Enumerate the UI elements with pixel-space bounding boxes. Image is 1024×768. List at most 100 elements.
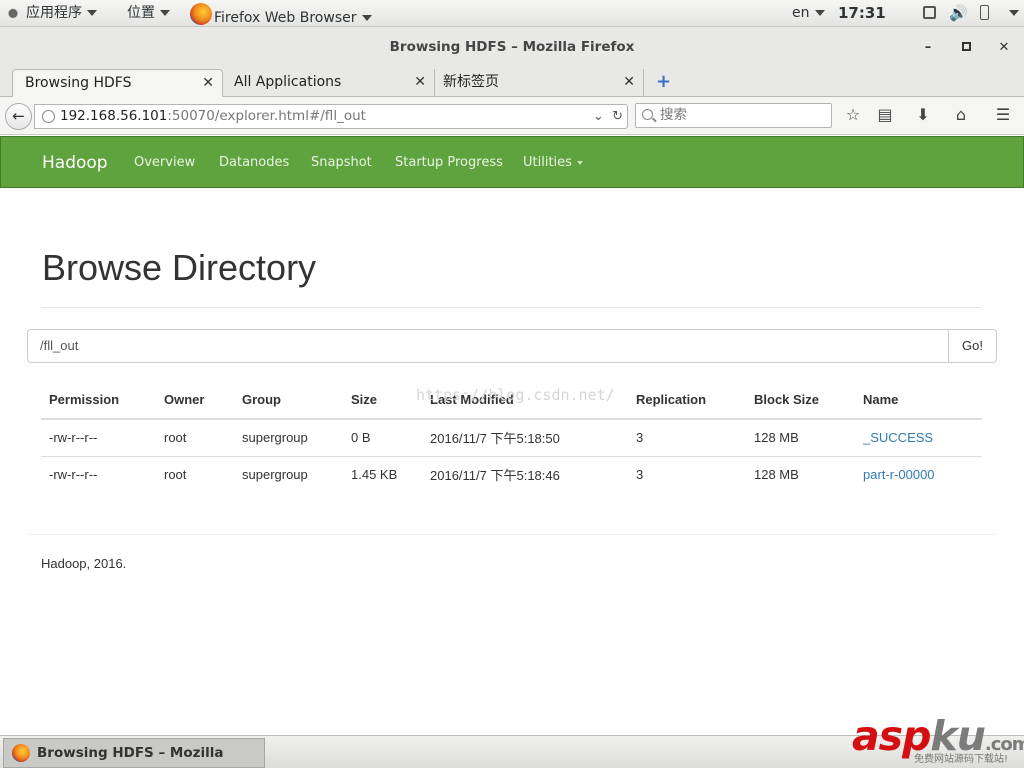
tab-label: All Applications <box>234 74 342 90</box>
cell-group: supergroup <box>242 467 308 483</box>
file-link[interactable]: part-r-00000 <box>863 467 935 482</box>
nav-utilities[interactable]: Utilities <box>523 137 583 189</box>
chevron-down-icon <box>814 10 825 16</box>
cell-block-size: 128 MB <box>754 467 799 483</box>
search-placeholder: 搜索 <box>660 107 687 123</box>
chevron-down-icon <box>361 15 372 21</box>
language-indicator[interactable]: en <box>792 0 825 27</box>
col-name[interactable]: Name <box>855 381 982 420</box>
cell-replication: 3 <box>628 419 746 457</box>
chevron-down-icon <box>160 10 170 16</box>
cell-last-modified: 2016/11/7 下午5:18:50 <box>422 419 628 457</box>
caret-down-icon <box>576 160 583 165</box>
language-label: en <box>792 5 810 21</box>
tab-new-tab[interactable]: 新标签页 ✕ <box>431 69 644 97</box>
clock[interactable]: 17:31 <box>838 0 886 27</box>
reading-list-icon[interactable]: ▤ <box>875 105 895 125</box>
hadoop-brand[interactable]: Hadoop <box>42 137 108 189</box>
nav-datanodes[interactable]: Datanodes <box>219 137 289 189</box>
file-link[interactable]: _SUCCESS <box>863 430 933 445</box>
col-block-size[interactable]: Block Size <box>746 381 855 420</box>
cell-size: 1.45 KB <box>351 467 398 483</box>
page-footer: Hadoop, 2016. <box>41 556 127 571</box>
url-path: :50070/explorer.html#/fll_out <box>167 108 366 124</box>
search-icon <box>642 109 653 120</box>
window-title: Browsing HDFS – Mozilla Firefox <box>389 39 635 55</box>
home-icon[interactable]: ⌂ <box>951 105 971 125</box>
logo-subtitle: 免费网站源码下载站! <box>914 754 1009 765</box>
reload-icon[interactable]: ↻ <box>612 109 623 124</box>
navigation-toolbar: ← 192.168.56.101:50070/explorer.html#/fl… <box>0 97 1024 135</box>
applications-menu[interactable]: 应用程序 <box>6 0 97 27</box>
cell-block-size: 128 MB <box>746 419 855 457</box>
url-host: 192.168.56.101 <box>60 108 168 124</box>
active-app-label: Firefox Web Browser <box>214 10 357 26</box>
menu-icon[interactable]: ☰ <box>993 105 1013 125</box>
back-button[interactable]: ← <box>5 103 32 130</box>
search-input[interactable]: 搜索 <box>635 103 832 128</box>
nav-snapshot[interactable]: Snapshot <box>311 137 372 189</box>
directory-path-input[interactable]: /fll_out <box>27 329 949 363</box>
tab-label: Browsing HDFS <box>25 75 132 91</box>
download-icon[interactable]: ⬇ <box>913 105 933 125</box>
cell-size: 0 B <box>343 419 422 457</box>
taskbar-window-button[interactable]: Browsing HDFS – Mozilla Firefox <box>3 738 265 768</box>
dropdown-icon[interactable]: ⌄ <box>593 109 604 124</box>
window-title-bar: Browsing HDFS – Mozilla Firefox – ✕ <box>0 27 1024 68</box>
tab-label: 新标签页 <box>443 74 499 90</box>
divider <box>41 307 981 308</box>
bookmark-star-icon[interactable]: ☆ <box>843 105 863 125</box>
nav-overview[interactable]: Overview <box>134 137 195 189</box>
maximize-button[interactable] <box>957 39 975 57</box>
firefox-icon <box>12 744 30 762</box>
new-tab-button[interactable]: + <box>644 69 678 97</box>
url-bar[interactable]: 192.168.56.101:50070/explorer.html#/fll_… <box>34 104 628 129</box>
nav-startup-progress[interactable]: Startup Progress <box>395 137 503 189</box>
globe-icon <box>42 110 55 123</box>
col-owner[interactable]: Owner <box>156 381 234 420</box>
cell-replication: 3 <box>636 467 644 483</box>
chevron-down-icon <box>1009 10 1019 16</box>
window-icon[interactable] <box>923 0 936 27</box>
hadoop-navbar: Hadoop Overview Datanodes Snapshot Start… <box>0 136 1024 188</box>
minimize-button[interactable]: – <box>919 39 937 57</box>
watermark-text: https://blog.csdn.net/ <box>416 386 615 404</box>
system-top-bar: 应用程序 位置 Firefox Web Browser en 17:31 🔊 <box>0 0 1024 27</box>
table-row: -rw-r--r-- root supergroup 0 B 2016/11/7… <box>41 419 982 457</box>
places-menu[interactable]: 位置 <box>127 0 170 27</box>
firefox-icon <box>190 3 212 25</box>
col-size[interactable]: Size <box>343 381 422 420</box>
cell-owner: root <box>156 419 234 457</box>
applications-label: 应用程序 <box>26 5 82 21</box>
col-permission[interactable]: Permission <box>41 381 156 420</box>
cell-last-modified: 2016/11/7 下午5:18:46 <box>430 468 560 484</box>
cell-group: supergroup <box>234 419 343 457</box>
tab-all-applications[interactable]: All Applications ✕ <box>222 69 435 97</box>
cell-permission: -rw-r--r-- <box>41 419 156 457</box>
tab-browsing-hdfs[interactable]: Browsing HDFS ✕ <box>12 69 223 97</box>
go-button[interactable]: Go! <box>948 329 997 363</box>
nav-utilities-label: Utilities <box>523 155 572 170</box>
battery-icon[interactable] <box>980 0 989 27</box>
cell-permission: -rw-r--r-- <box>49 467 98 483</box>
close-tab-icon[interactable]: ✕ <box>202 70 214 96</box>
close-tab-icon[interactable]: ✕ <box>414 69 426 95</box>
active-app-menu[interactable]: Firefox Web Browser <box>190 0 372 27</box>
page-title: Browse Directory <box>42 247 317 288</box>
table-row: -rw-r--r-- root supergroup 1.45 KB 2016/… <box>41 456 982 493</box>
divider <box>27 534 997 535</box>
places-label: 位置 <box>127 5 155 21</box>
chevron-down-icon <box>87 10 97 16</box>
cell-name: part-r-00000 <box>855 456 982 493</box>
taskbar-window-label: Browsing HDFS – Mozilla Firefox <box>37 745 224 761</box>
close-tab-icon[interactable]: ✕ <box>623 69 635 95</box>
col-replication[interactable]: Replication <box>628 381 746 420</box>
tab-strip: Browsing HDFS ✕ All Applications ✕ 新标签页 … <box>0 68 1024 97</box>
close-window-button[interactable]: ✕ <box>995 39 1013 57</box>
gnome-foot-icon <box>6 5 20 19</box>
cell-name: _SUCCESS <box>855 419 982 457</box>
directory-path-value: /fll_out <box>40 338 79 353</box>
system-menu[interactable] <box>1004 0 1019 27</box>
volume-icon[interactable]: 🔊 <box>949 0 968 27</box>
col-group[interactable]: Group <box>234 381 343 420</box>
